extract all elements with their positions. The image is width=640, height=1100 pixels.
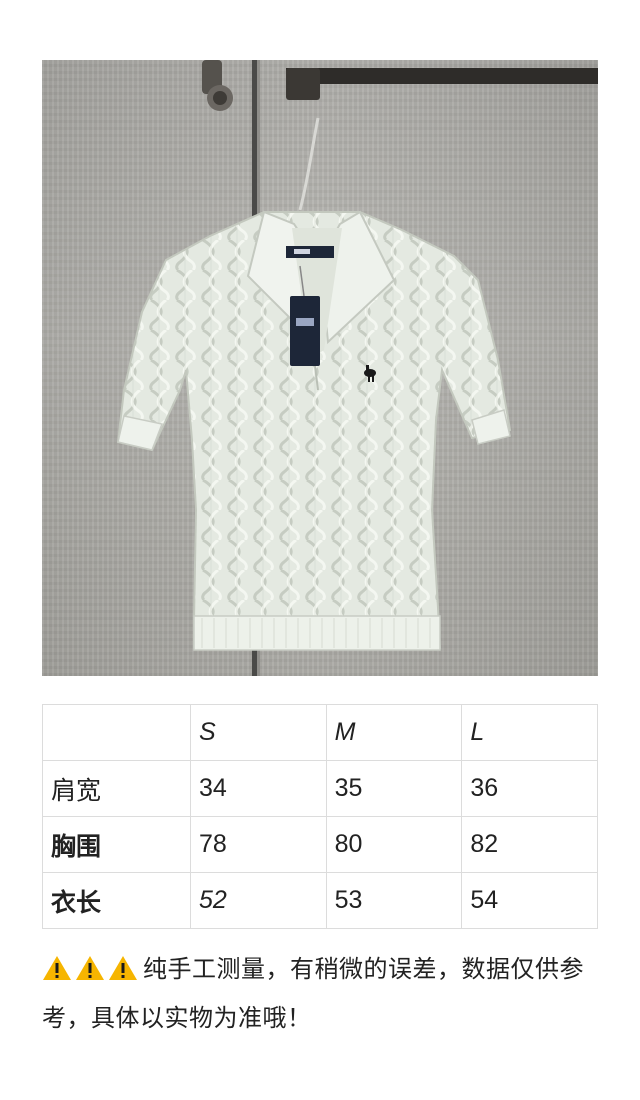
warning-icons: [42, 951, 141, 996]
table-cell: 34: [190, 760, 327, 817]
table-cell: 52: [190, 872, 327, 929]
row-label-length: 衣长: [42, 872, 191, 929]
table-header-cell: [42, 704, 191, 761]
table-header-cell: S: [190, 704, 327, 761]
measurement-note: 纯手工测量，有稍微的误差，数据仅供参考，具体以实物为准哦！: [42, 947, 598, 1041]
row-label-shoulder: 肩宽: [42, 760, 191, 817]
table-header-row: S M L: [42, 704, 598, 761]
polo-shirt-photo-icon: [42, 60, 598, 676]
table-cell: 54: [461, 872, 598, 929]
row-label-chest: 胸围: [42, 816, 191, 873]
size-table: S M L 肩宽 34 35 36 胸围 78 80 82 衣长 52 53 5…: [42, 704, 598, 929]
table-cell: 35: [325, 760, 463, 817]
table-cell: 82: [461, 816, 598, 873]
table-row: 衣长 52 53 54: [42, 872, 598, 929]
warning-icon: [76, 956, 104, 980]
table-cell: 36: [461, 760, 598, 817]
product-photo: [42, 60, 598, 676]
table-cell: 78: [190, 816, 327, 873]
table-row: 胸围 78 80 82: [42, 816, 598, 873]
table-row: 肩宽 34 35 36: [42, 760, 598, 817]
warning-icon: [109, 956, 137, 980]
warning-icon: [43, 956, 71, 980]
table-header-cell: M: [325, 704, 463, 761]
table-header-cell: L: [461, 704, 598, 761]
table-cell: 53: [325, 872, 463, 929]
table-cell: 80: [325, 816, 463, 873]
